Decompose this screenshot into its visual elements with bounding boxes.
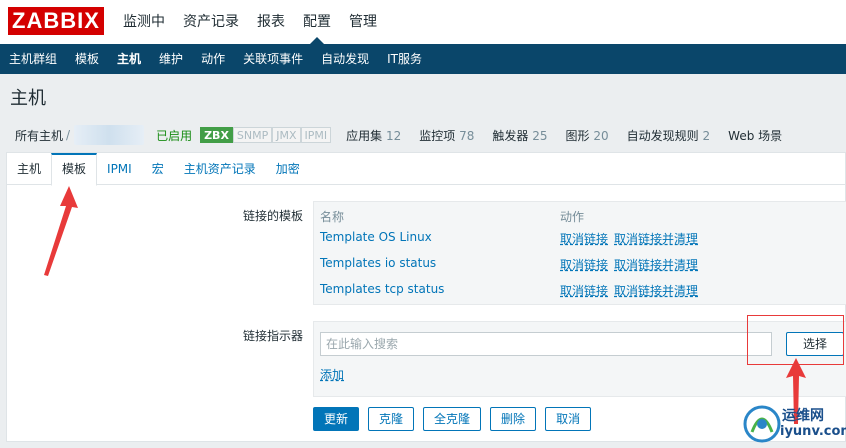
- blurred-hostname: [74, 125, 145, 145]
- watermark-logo-icon: [743, 405, 781, 443]
- linked-templates-table: 名称 动作 Template OS Linux 取消链接 取消链接并清理 Tem…: [313, 201, 846, 305]
- template-name-link[interactable]: Templates tcp status: [320, 282, 444, 296]
- unlink-and-clear-link[interactable]: 取消链接并清理: [614, 256, 698, 273]
- page-title: 主机: [10, 88, 46, 109]
- breadcrumb-all-hosts[interactable]: 所有主机: [6, 127, 72, 144]
- ipmi-badge: IPMI: [300, 127, 332, 143]
- sub-menu-hosts[interactable]: 主机: [108, 44, 150, 74]
- sub-menu: 主机群组 模板 主机 维护 动作 关联项事件 自动发现 IT服务: [0, 44, 846, 74]
- template-search-input[interactable]: 在此输入搜索: [320, 332, 772, 356]
- host-status[interactable]: 已启用: [148, 127, 200, 144]
- column-action-header: 动作: [560, 210, 585, 224]
- top-menu-reports[interactable]: 报表: [248, 0, 294, 44]
- triggers-label: 触发器: [492, 128, 529, 143]
- watermark-url: iyunv.com: [780, 424, 846, 439]
- discovery-rules-label: 自动发现规则: [626, 128, 699, 143]
- items-label: 监控项: [419, 128, 456, 143]
- breadcrumb-graphs[interactable]: 图形 20: [557, 127, 618, 144]
- table-row: Templates tcp status 取消链接 取消链接并清理: [320, 282, 840, 302]
- breadcrumb: 所有主机 / 已启用 ZBX SNMP JMX IPMI 应用集 12 监控项 …: [6, 124, 846, 146]
- tab-inventory[interactable]: 主机资产记录: [174, 153, 266, 184]
- breadcrumb-items[interactable]: 监控项 78: [410, 127, 483, 144]
- clone-button[interactable]: 克隆: [368, 407, 415, 431]
- sub-menu-templates[interactable]: 模板: [66, 44, 108, 74]
- top-menu-inventory[interactable]: 资产记录: [174, 0, 248, 44]
- top-menu: 监测中 资产记录 报表 配置 管理: [114, 0, 386, 44]
- breadcrumb-web-scenarios[interactable]: Web 场景: [719, 127, 791, 144]
- unlink-and-clear-link[interactable]: 取消链接并清理: [614, 230, 698, 247]
- update-button[interactable]: 更新: [313, 407, 360, 431]
- unlink-link[interactable]: 取消链接: [560, 282, 608, 299]
- sub-menu-actions[interactable]: 动作: [192, 44, 234, 74]
- breadcrumb-applications[interactable]: 应用集 12: [337, 127, 410, 144]
- graphs-label: 图形: [565, 128, 590, 143]
- column-name-header: 名称: [320, 210, 345, 224]
- tab-ipmi[interactable]: IPMI: [97, 153, 142, 184]
- watermark-title: 运维网: [782, 408, 824, 424]
- graphs-count: 20: [593, 128, 609, 143]
- sub-menu-it-services[interactable]: IT服务: [378, 44, 431, 74]
- breadcrumb-separator: /: [66, 128, 71, 142]
- top-menu-administration[interactable]: 管理: [340, 0, 386, 44]
- tab-encryption[interactable]: 加密: [266, 153, 310, 184]
- discovery-rules-count: 2: [702, 128, 711, 143]
- tab-macros[interactable]: 宏: [142, 153, 174, 184]
- top-menu-configuration[interactable]: 配置: [294, 0, 340, 44]
- applications-count: 12: [386, 128, 402, 143]
- applications-label: 应用集: [346, 128, 383, 143]
- template-name-link[interactable]: Template OS Linux: [320, 230, 432, 244]
- availability-badges: ZBX SNMP JMX IPMI: [200, 127, 332, 143]
- add-link[interactable]: 添加: [320, 366, 344, 383]
- table-row: Template OS Linux 取消链接 取消链接并清理: [320, 230, 840, 250]
- linked-templates-label: 链接的模板: [242, 209, 303, 223]
- link-indicator-label: 链接指示器: [242, 329, 303, 343]
- jmx-badge: JMX: [272, 127, 301, 143]
- delete-button[interactable]: 删除: [490, 407, 537, 431]
- sub-menu-discovery[interactable]: 自动发现: [312, 44, 378, 74]
- table-row: Templates io status 取消链接 取消链接并清理: [320, 256, 840, 276]
- cancel-button[interactable]: 取消: [545, 407, 592, 431]
- top-menu-monitoring[interactable]: 监测中: [114, 0, 174, 44]
- form-tabs: 主机 模板 IPMI 宏 主机资产记录 加密: [7, 153, 845, 186]
- zabbix-logo[interactable]: ZABBIX: [8, 7, 104, 35]
- full-clone-button[interactable]: 全克隆: [423, 407, 482, 431]
- items-count: 78: [459, 128, 475, 143]
- unlink-and-clear-link[interactable]: 取消链接并清理: [614, 282, 698, 299]
- unlink-link[interactable]: 取消链接: [560, 230, 608, 247]
- watermark: 运维网 iyunv.com: [738, 400, 846, 448]
- template-name-link[interactable]: Templates io status: [320, 256, 436, 270]
- form-buttons: 更新 克隆 全克隆 删除 取消: [313, 407, 592, 431]
- breadcrumb-triggers[interactable]: 触发器 25: [483, 127, 556, 144]
- top-bar: ZABBIX 监测中 资产记录 报表 配置 管理: [0, 0, 846, 44]
- sub-menu-correlation[interactable]: 关联项事件: [234, 44, 312, 74]
- sub-menu-host-groups[interactable]: 主机群组: [0, 44, 66, 74]
- snmp-badge: SNMP: [232, 127, 273, 143]
- sub-menu-maintenance[interactable]: 维护: [150, 44, 192, 74]
- triggers-count: 25: [532, 128, 548, 143]
- breadcrumb-discovery-rules[interactable]: 自动发现规则 2: [618, 127, 719, 144]
- annotation-arrow-icon: [44, 186, 78, 276]
- host-form: 主机 模板 IPMI 宏 主机资产记录 加密 链接的模板 名称 动作 Templ…: [6, 152, 846, 442]
- zbx-badge: ZBX: [200, 127, 233, 143]
- unlink-link[interactable]: 取消链接: [560, 256, 608, 273]
